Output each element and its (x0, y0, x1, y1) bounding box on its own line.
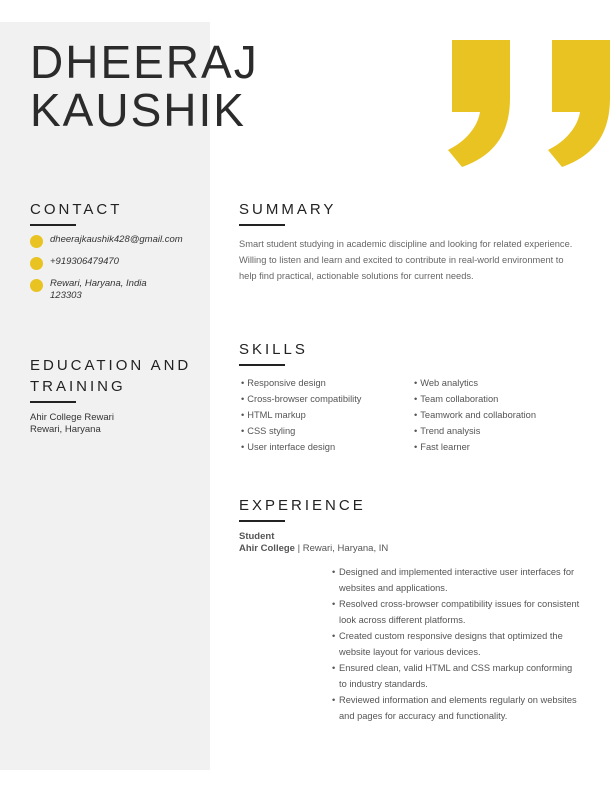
contact-list: dheerajkaushik428@gmail.com +91930647947… (30, 234, 200, 312)
skills-divider (239, 364, 285, 366)
contact-email[interactable]: dheerajkaushik428@gmail.com (30, 234, 200, 248)
quote-mark-icon (548, 40, 610, 167)
skill-item: User interface design (241, 439, 361, 455)
address-line-2: 123303 (50, 290, 82, 301)
education-heading-line-1: EDUCATION AND (30, 357, 192, 374)
education-divider (30, 401, 76, 403)
company-separator: | (297, 543, 301, 554)
education-heading-line-2: TRAINING (30, 378, 126, 395)
experience-bullet: Ensured clean, valid HTML and CSS markup… (332, 660, 582, 692)
bullet-dot-icon (30, 279, 43, 292)
experience-bullet: Resolved cross-browser compatibility iss… (332, 596, 582, 628)
contact-heading: CONTACT (30, 201, 123, 218)
skill-item: CSS styling (241, 423, 361, 439)
job-company-line: Ahir College | Rewari, Haryana, IN (239, 543, 388, 554)
education-entry: Ahir College Rewari Rewari, Haryana (30, 412, 114, 436)
contact-divider (30, 224, 76, 226)
skill-item: Trend analysis (414, 423, 536, 439)
email-text: dheerajkaushik428@gmail.com (50, 234, 183, 245)
skill-item: Teamwork and collaboration (414, 407, 536, 423)
skills-column-2: Web analytics Team collaboration Teamwor… (414, 375, 536, 455)
company-location: Rewari, Haryana, IN (302, 543, 389, 554)
skill-item: Responsive design (241, 375, 361, 391)
skill-item: HTML markup (241, 407, 361, 423)
school-name: Ahir College Rewari (30, 412, 114, 423)
quote-mark-icon (448, 40, 510, 167)
candidate-name: DHEERAJ KAUSHIK (30, 38, 259, 134)
skill-item: Fast learner (414, 439, 536, 455)
skills-heading: SKILLS (239, 341, 308, 358)
first-name: DHEERAJ (30, 36, 259, 88)
experience-bullet: Reviewed information and elements regula… (332, 692, 582, 724)
experience-divider (239, 520, 285, 522)
contact-phone[interactable]: +919306479470 (30, 256, 200, 270)
experience-bullet: Created custom responsive designs that o… (332, 628, 582, 660)
bullet-dot-icon (30, 235, 43, 248)
experience-heading: EXPERIENCE (239, 497, 366, 514)
job-title: Student (239, 531, 275, 542)
experience-bullets: Designed and implemented interactive use… (332, 564, 582, 724)
bullet-dot-icon (30, 257, 43, 270)
skill-item: Team collaboration (414, 391, 536, 407)
last-name: KAUSHIK (30, 84, 246, 136)
company-name: Ahir College (239, 543, 295, 554)
summary-heading: SUMMARY (239, 201, 337, 218)
skills-column-1: Responsive design Cross-browser compatib… (241, 375, 361, 455)
school-location: Rewari, Haryana (30, 424, 101, 435)
address-line-1: Rewari, Haryana, India (50, 278, 147, 289)
skill-item: Web analytics (414, 375, 536, 391)
experience-bullet: Designed and implemented interactive use… (332, 564, 582, 596)
summary-divider (239, 224, 285, 226)
contact-address: Rewari, Haryana, India 123303 (30, 278, 200, 302)
skill-item: Cross-browser compatibility (241, 391, 361, 407)
phone-text: +919306479470 (50, 256, 119, 267)
summary-text: Smart student studying in academic disci… (239, 239, 573, 281)
education-heading: EDUCATION AND TRAINING (30, 355, 191, 397)
